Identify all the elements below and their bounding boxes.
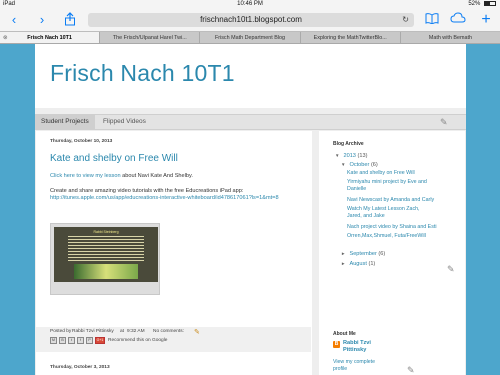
archive-month-october[interactable]: ▼ October (6): [341, 161, 378, 169]
close-icon[interactable]: ⊗: [3, 32, 8, 43]
tab-student-projects[interactable]: Student Projects: [35, 115, 95, 129]
tab-math-bemath[interactable]: Math with Bemath: [399, 32, 500, 43]
plus-icon[interactable]: +: [478, 12, 494, 28]
at-label: at: [120, 329, 125, 334]
blogger-icon: B: [333, 341, 340, 348]
author-link[interactable]: Rabbi Tzvi Pittinsky: [72, 329, 114, 334]
archive-heading: Blog Archive: [333, 141, 364, 147]
thumbnail-title: Rabbi Steinberg: [93, 230, 119, 234]
twitter-share-icon[interactable]: t: [68, 337, 75, 344]
tab-bar: ⊗ Frisch Nach 10T1 The Frisch/Ulpanat Ha…: [0, 31, 500, 44]
triangle-right-icon: ►: [341, 261, 346, 266]
archive-post-link[interactable]: Kate and shelby on Free Will: [347, 170, 415, 177]
share-icon[interactable]: [62, 12, 78, 28]
blog-container: Frisch Nach 10T1 Student Projects Flippe…: [35, 44, 466, 375]
facebook-share-icon[interactable]: f: [77, 337, 84, 344]
post-footer: Posted by Rabbi Tzvi Pittinsky at 9:32 A…: [36, 327, 311, 352]
author-name-link[interactable]: Rabbi Tzvi Pittinsky: [343, 340, 371, 354]
comments-link[interactable]: No comments:: [153, 329, 184, 334]
edit-icon[interactable]: ✎: [447, 264, 455, 274]
post-line-2: Create and share amazing video tutorials…: [50, 188, 244, 194]
edit-icon[interactable]: ✎: [440, 117, 448, 127]
archive-post-link[interactable]: Navi Newscast by Amanda and Carly: [347, 197, 434, 204]
archive-post-link[interactable]: Watch My Latest Lesson Zach, Jared, and …: [347, 206, 427, 220]
posted-by-label: Posted by: [50, 329, 72, 334]
page-tabs: Student Projects Flipped Videos ✎: [35, 114, 466, 130]
google-plus-button[interactable]: G+1: [95, 337, 105, 344]
cloud-icon[interactable]: [450, 12, 466, 28]
battery-indicator: 52%: [468, 1, 496, 7]
about-heading: About Me: [333, 331, 356, 337]
archive-month-august[interactable]: ► August (1): [341, 260, 375, 268]
next-post-date: Thursday, October 3, 2013: [50, 365, 110, 370]
tab-frisch-nach[interactable]: ⊗ Frisch Nach 10T1: [0, 32, 100, 43]
column-gutter: [312, 131, 319, 375]
triangle-right-icon: ►: [341, 251, 346, 256]
view-profile-link[interactable]: View my complete profile: [333, 359, 375, 373]
pencil-icon[interactable]: ✎: [194, 328, 200, 336]
edit-icon[interactable]: ✎: [407, 365, 415, 375]
battery-percent: 52%: [468, 1, 481, 7]
address-bar[interactable]: frischnach10t1.blogspot.com ↻: [88, 13, 414, 27]
post-line-1: Click here to view my lesson about Navi …: [50, 173, 193, 179]
pinterest-share-icon[interactable]: P: [86, 337, 93, 344]
archive-post-link[interactable]: Nach project video by Shaina and Esti: [347, 224, 437, 231]
archive-post-link[interactable]: Orren,Max,Shmuel, Futa/FreeWill: [347, 233, 426, 240]
blog-title[interactable]: Frisch Nach 10T1: [50, 60, 235, 87]
triangle-down-icon: ▼: [335, 153, 340, 158]
main-content: Thursday, October 10, 2013 Kate and shel…: [36, 131, 465, 375]
web-page: Frisch Nach 10T1 Student Projects Flippe…: [0, 44, 500, 375]
email-share-icon[interactable]: M: [50, 337, 57, 344]
archive-month-september[interactable]: ► September (6): [341, 250, 385, 258]
chevron-right-icon[interactable]: ›: [34, 12, 50, 28]
thumbnail-text-lines: [68, 236, 144, 262]
post-title[interactable]: Kate and shelby on Free Will: [50, 153, 178, 164]
url-text: frischnach10t1.blogspot.com: [200, 15, 302, 24]
book-icon[interactable]: [424, 12, 440, 28]
chevron-left-icon[interactable]: ‹: [6, 12, 22, 28]
tab-flipped-videos[interactable]: Flipped Videos: [97, 115, 152, 129]
video-thumbnail[interactable]: Rabbi Steinberg: [50, 223, 160, 295]
archive-post-link[interactable]: Yirmiyahu mini project by Eve and Daniel…: [347, 179, 427, 193]
google-recommend-text: Recommend this on Google: [108, 338, 168, 343]
tab-mathtwitterblog[interactable]: Exploring the MathTwitterBlo...: [299, 32, 400, 43]
blog-share-icon[interactable]: B: [59, 337, 66, 344]
tab-frisch-ulpanat[interactable]: The Frisch/Ulpanat Harel Twi...: [99, 32, 199, 43]
archive-year-2013[interactable]: ▼ 2013 (13): [335, 152, 367, 160]
blog-header: Frisch Nach 10T1: [35, 44, 466, 108]
post-date: Thursday, October 10, 2013: [50, 139, 113, 144]
post-time-link[interactable]: 9:32 AM: [127, 329, 145, 334]
triangle-down-icon: ▼: [341, 162, 346, 167]
reload-icon[interactable]: ↻: [402, 13, 409, 27]
posts-column: Thursday, October 10, 2013 Kate and shel…: [36, 131, 311, 375]
tab-frisch-math[interactable]: Frisch Math Department Blog: [199, 32, 299, 43]
sidebar: Blog Archive ▼ 2013 (13) ▼ October (6) Kat…: [319, 131, 465, 375]
itunes-link[interactable]: http://itunes.apple.com/us/app/educreati…: [50, 195, 279, 202]
thumbnail-picture: [74, 264, 138, 279]
status-bar: iPad 10:46 PM 52%: [0, 0, 500, 10]
battery-icon: [484, 1, 496, 6]
browser-toolbar: ‹ › frischnach10t1.blogspot.com ↻ +: [0, 10, 500, 31]
thumbnail-image: Rabbi Steinberg: [54, 227, 158, 282]
lesson-link[interactable]: Click here to view my lesson: [50, 173, 121, 179]
clock: 10:46 PM: [237, 1, 263, 7]
